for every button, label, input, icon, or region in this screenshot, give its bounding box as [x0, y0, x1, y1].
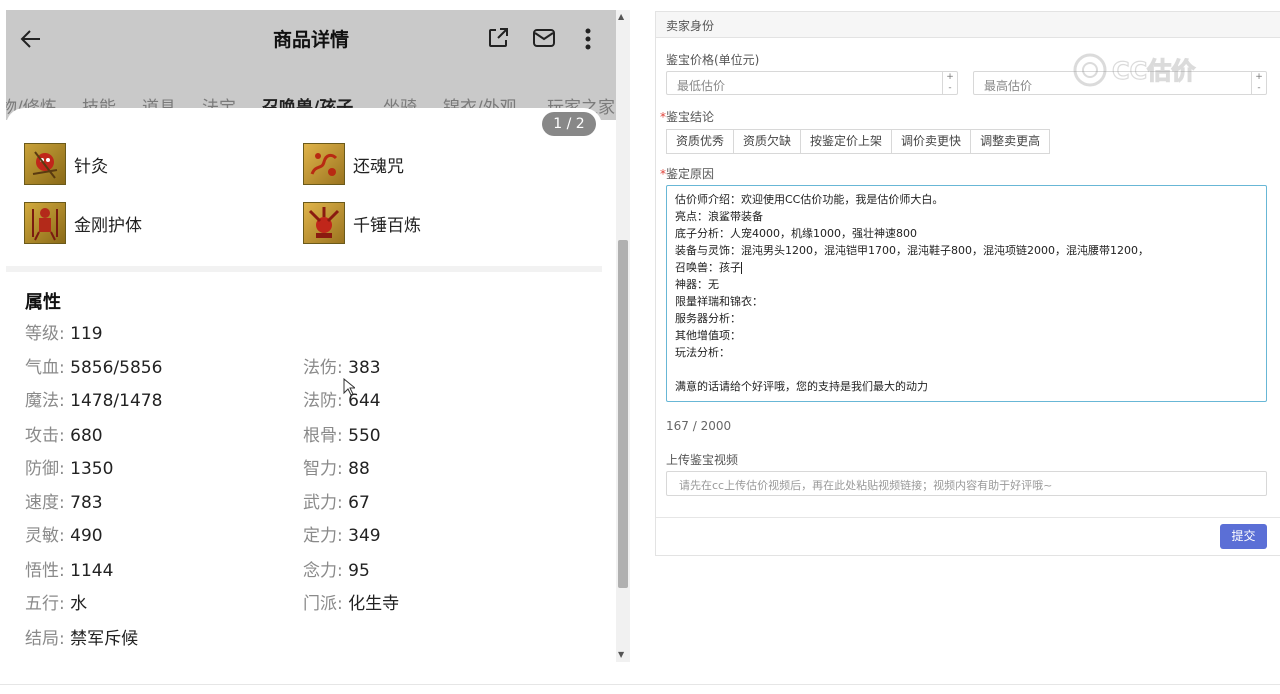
- reason-line: 亮点：浪鲨带装备: [675, 210, 763, 223]
- attr-magic-defense: 法防: 644: [303, 391, 381, 411]
- min-price-input[interactable]: 最低估价 + -: [666, 71, 958, 95]
- attr-attack: 攻击: 680: [25, 426, 103, 446]
- skill-item[interactable]: 针灸: [24, 143, 108, 185]
- option-sell-higher[interactable]: 调整卖更高: [970, 129, 1051, 154]
- skill-label: 针灸: [74, 156, 108, 177]
- skill-item[interactable]: 金刚护体: [24, 202, 142, 244]
- reason-line: 满意的话请给个好评哦，您的支持是我们最大的动力: [675, 380, 928, 393]
- scroll-down-icon[interactable]: ▼: [618, 650, 624, 659]
- skill-item[interactable]: 千锤百炼: [303, 202, 421, 244]
- appraisal-form: 卖家身份 鉴宝价格(单位元) 最低估价 + - 最高估价 + - *鉴宝结论 资质优…: [655, 11, 1280, 556]
- attr-strength: 武力: 67: [303, 493, 370, 513]
- conclusion-options: 资质优秀 资质欠缺 按鉴定价上架 调价卖更快 调整卖更高: [666, 129, 1051, 154]
- skill-zhenjiu-icon: [24, 143, 66, 185]
- reason-line: 服务器分析：: [675, 312, 741, 325]
- reason-line: 底子分析：人宠4000，机缘1000，强壮神速800: [675, 227, 917, 240]
- skill-jingang-icon: [24, 202, 66, 244]
- skill-qianchui-icon: [303, 202, 345, 244]
- reason-line: [675, 361, 1258, 378]
- text-caret: [741, 262, 742, 274]
- option-sell-faster[interactable]: 调价卖更快: [891, 129, 972, 154]
- submit-button[interactable]: 提交: [1220, 524, 1267, 549]
- option-lacking[interactable]: 资质欠缺: [733, 129, 802, 154]
- skill-huanhunzhou-icon: [303, 143, 345, 185]
- attr-wuxing-comprehension: 悟性: 1144: [25, 561, 114, 581]
- min-price-stepper[interactable]: + -: [942, 72, 957, 94]
- attr-mp: 魔法: 1478/1478: [25, 391, 163, 411]
- attr-sect: 门派: 化生寺: [303, 594, 400, 614]
- message-icon[interactable]: [532, 27, 556, 49]
- attr-constitution: 根骨: 550: [303, 426, 381, 446]
- skill-label: 金刚护体: [74, 215, 142, 236]
- option-list-at-price[interactable]: 按鉴定价上架: [800, 129, 893, 154]
- reason-label: *鉴定原因: [660, 167, 715, 181]
- mouse-pointer-icon: [343, 378, 355, 396]
- conclusion-label: *鉴宝结论: [660, 110, 715, 124]
- attr-magic-damage: 法伤: 383: [303, 358, 381, 378]
- attr-focus: 定力: 349: [303, 526, 381, 546]
- reason-line: 估价师介绍：欢迎使用CC估价功能，我是估价师大白。: [675, 193, 944, 206]
- form-header: 卖家身份: [656, 12, 1280, 38]
- price-label: 鉴宝价格(单位元): [666, 53, 760, 67]
- reason-line: 限量祥瑞和锦衣：: [675, 295, 763, 308]
- phone-screen: 商品详情 物/修炼技能道具法宝召唤兽/孩子坐骑锦衣/外观玩家之家 针灸 还魂咒 …: [6, 10, 616, 662]
- reason-line: 装备与灵饰：混沌男头1200，混沌铠甲1700，混沌鞋子800，混沌项链2000…: [675, 244, 1149, 257]
- attributes-title: 属性: [25, 292, 61, 313]
- attr-defense: 防御: 1350: [25, 459, 114, 479]
- skill-label: 千锤百炼: [353, 215, 421, 236]
- video-link-input[interactable]: 请先在cc上传估价视频后，再在此处粘贴视频链接；视频内容有助于好评哦~: [666, 471, 1267, 496]
- form-footer-divider: [656, 517, 1280, 518]
- attr-hp: 气血: 5856/5856: [25, 358, 163, 378]
- section-divider: [6, 266, 602, 272]
- page-indicator: 1 / 2: [542, 112, 596, 136]
- char-counter: 167 / 2000: [666, 419, 732, 433]
- skill-label: 还魂咒: [353, 156, 404, 177]
- option-excellent[interactable]: 资质优秀: [666, 129, 735, 154]
- video-label: 上传鉴宝视频: [666, 453, 739, 467]
- attr-element: 五行: 水: [25, 594, 88, 614]
- reason-line: 玩法分析：: [675, 346, 730, 359]
- reason-textarea[interactable]: 估价师介绍：欢迎使用CC估价功能，我是估价师大白。 亮点：浪鲨带装备 底子分析：…: [666, 185, 1267, 402]
- attr-agility: 灵敏: 490: [25, 526, 103, 546]
- skill-item[interactable]: 还魂咒: [303, 143, 404, 185]
- more-options-icon[interactable]: [578, 26, 598, 52]
- attr-willpower: 念力: 95: [303, 561, 370, 581]
- attr-ending: 结局: 禁军斥候: [25, 629, 139, 649]
- attr-level: 等级: 119: [25, 324, 103, 344]
- top-bar: 商品详情: [6, 10, 616, 68]
- page-title: 商品详情: [272, 29, 349, 51]
- scroll-up-icon[interactable]: ▲: [618, 12, 624, 21]
- phone-scrollbar-thumb[interactable]: [618, 240, 628, 588]
- attr-intelligence: 智力: 88: [303, 459, 370, 479]
- reason-line: 神器：无: [675, 278, 719, 291]
- attr-speed: 速度: 783: [25, 493, 103, 513]
- reason-line: 其他增值项：: [675, 329, 741, 342]
- watermark-text: CC估价: [1112, 57, 1196, 85]
- watermark-logo: CC估价: [1073, 53, 1197, 87]
- page-bottom-divider: [0, 684, 1280, 685]
- share-icon[interactable]: [486, 26, 510, 50]
- reason-line: 召唤兽：孩子: [675, 261, 742, 274]
